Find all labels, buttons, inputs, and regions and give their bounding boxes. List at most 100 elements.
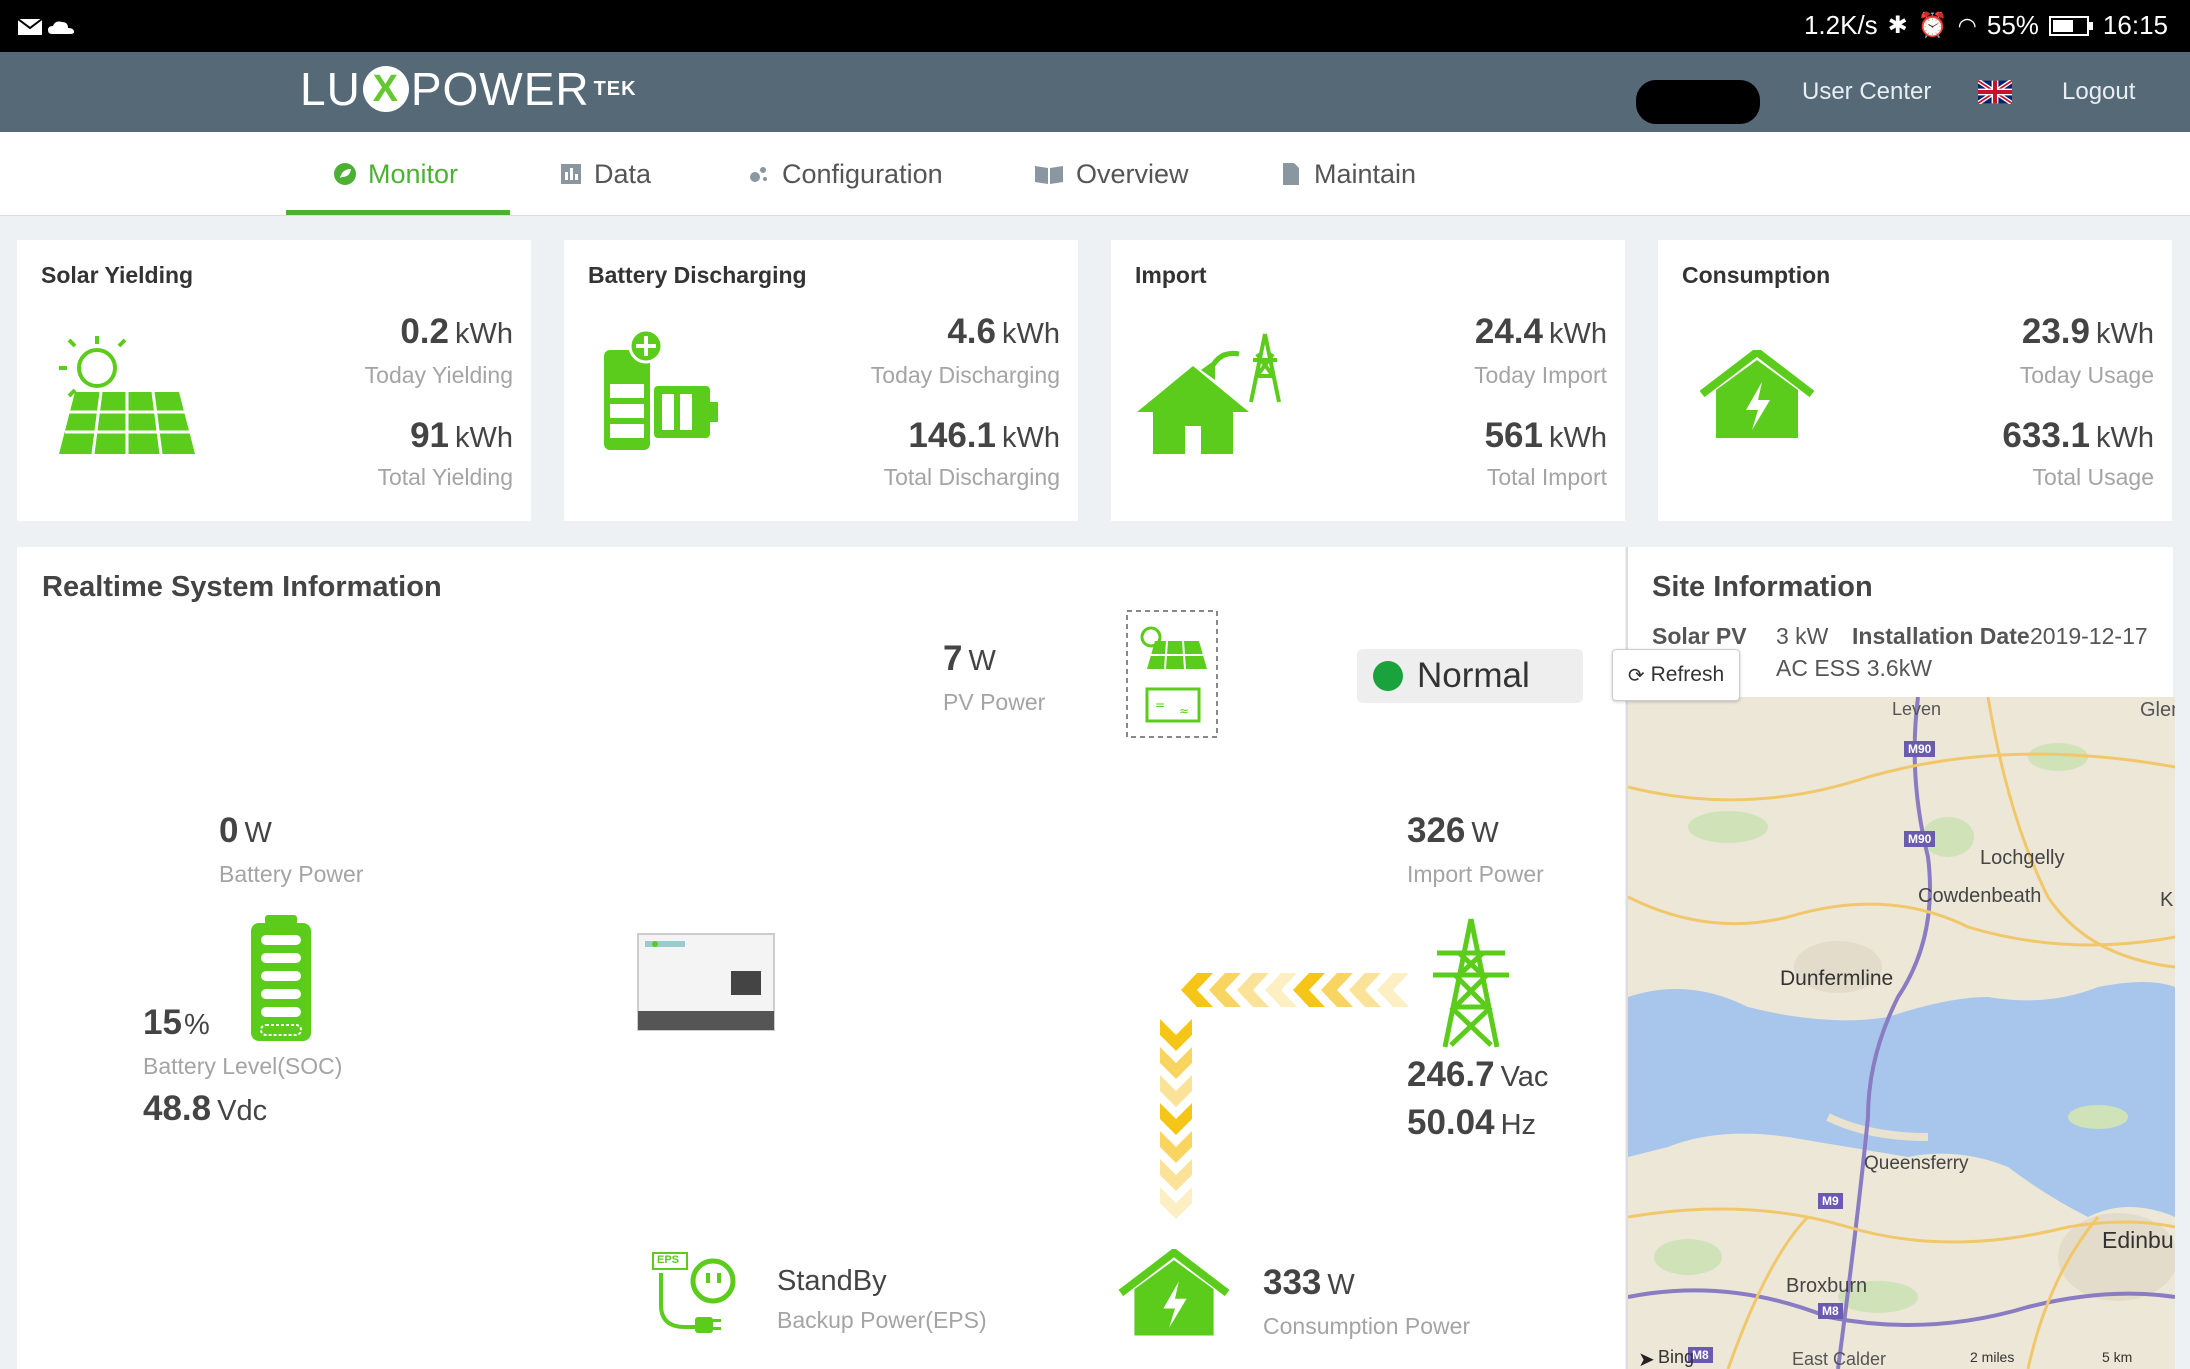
today-import-label: Today Import	[1474, 362, 1607, 388]
app-header: LU X POWER TEK User Center Logout	[0, 52, 2190, 132]
tab-monitor[interactable]: Monitor	[334, 132, 458, 216]
refresh-label: Refresh	[1650, 663, 1725, 686]
logo-text-lu: LU	[300, 63, 361, 115]
today-yield-label: Today Yielding	[364, 362, 513, 388]
card-solar-yielding: Solar Yielding 0.2 kWh Today Yielding 91 k…	[17, 240, 531, 521]
grid-frequency-value: 50.04 Hz	[1407, 1103, 1537, 1142]
map-label: Edinbu	[2102, 1227, 2174, 1253]
tab-overview[interactable]: Overview	[1034, 132, 1189, 216]
clock: 16:15	[2102, 10, 2168, 40]
notification-icons	[18, 18, 74, 35]
alarm-icon: ⏰	[1917, 12, 1948, 39]
installation-date-label: Installation Date	[1852, 623, 2030, 649]
settings-dots-icon	[750, 167, 767, 182]
bluetooth-icon: ✱	[1887, 12, 1908, 39]
logo-text-power: POWER	[410, 63, 590, 115]
leaf-icon	[334, 163, 356, 185]
total-usage-value: 633.1 kWh	[2002, 416, 2154, 455]
solar-panel-icon	[59, 336, 195, 454]
system-status-bar: 1.2K/s ✱ ⏰ ◠ 55% 16:15	[0, 0, 2190, 52]
total-import-value: 561 kWh	[1484, 416, 1607, 455]
today-usage-label: Today Usage	[2019, 362, 2154, 388]
ac-ess-value: AC ESS 3.6kW	[1776, 655, 1932, 681]
tab-data[interactable]: Data	[560, 132, 651, 216]
tab-label: Maintain	[1314, 158, 1417, 189]
tab-configuration[interactable]: Configuration	[748, 132, 943, 216]
status-text: Normal	[1417, 656, 1530, 695]
refresh-button[interactable]: ⟳ Refresh	[1612, 649, 1740, 701]
site-information-panel: Site Information Solar PV 3 kW Installat…	[1612, 547, 2175, 1369]
solar-pv-value: 3 kW	[1776, 623, 1829, 649]
tab-label: Overview	[1076, 158, 1189, 189]
site-map[interactable]: M90 M90 M9 M8 M8 Leven Glen Lochgelly Co…	[1628, 697, 2175, 1369]
luxpower-logo[interactable]: LU X POWER TEK	[300, 62, 637, 116]
import-flow-arrows	[1181, 973, 1409, 1007]
pv-power-value: 7W	[943, 639, 996, 678]
total-usage-label: Total Usage	[2032, 464, 2154, 490]
total-yield-value: 91 kWh	[410, 416, 513, 455]
total-discharge-value: 146.1 kWh	[908, 416, 1060, 455]
user-center-link[interactable]: User Center	[1802, 78, 1931, 106]
map-label: K	[2160, 889, 2174, 911]
road-badge: M90	[1904, 741, 1936, 757]
wifi-icon: ◠	[1957, 12, 1977, 38]
card-title: Import	[1135, 262, 1207, 288]
battery-icon	[2048, 15, 2093, 36]
battery-soc-label: Battery Level(SOC)	[143, 1053, 343, 1079]
network-speed: 1.2K/s	[1803, 10, 1878, 40]
logo-x: X	[362, 66, 409, 112]
eps-label: Backup Power(EPS)	[777, 1307, 987, 1333]
map-label: Lochgelly	[1980, 847, 2065, 869]
consumption-flow-arrows	[1160, 1019, 1192, 1219]
import-power-value: 326 W	[1407, 811, 1499, 850]
battery-power-value: 0W	[219, 811, 272, 850]
map-label: Cowdenbeath	[1918, 885, 2042, 907]
tab-maintain[interactable]: Maintain	[1280, 132, 1416, 216]
total-yield-label: Total Yielding	[377, 464, 513, 490]
home-consumption-icon[interactable]	[1117, 1249, 1231, 1337]
realtime-title: Realtime System Information	[42, 571, 442, 603]
solar-pv-label: Solar PV	[1652, 623, 1747, 649]
logout-link[interactable]: Logout	[2062, 78, 2135, 106]
battery-soc-value: 15%	[143, 1003, 210, 1042]
card-battery-discharging: Battery Discharging 4.6 kWh Today Dischar…	[564, 240, 1078, 521]
grid-pylon-icon[interactable]	[1431, 917, 1511, 1049]
map-canvas	[1628, 697, 2175, 1369]
today-yield-value: 0.2 kWh	[400, 312, 513, 351]
map-label: East Calder	[1792, 1349, 1887, 1369]
battery-percent: 55%	[1986, 10, 2039, 40]
road-badge: M9	[1818, 1193, 1843, 1209]
uk-flag-icon[interactable]	[1978, 80, 2012, 104]
status-indicator-dot	[1373, 661, 1403, 691]
card-title: Solar Yielding	[41, 262, 194, 288]
svg-text:=: =	[1155, 698, 1165, 712]
active-tab-indicator	[286, 210, 510, 215]
road-badge: M90	[1904, 831, 1936, 847]
tab-label: Monitor	[368, 158, 459, 189]
map-label: Broxburn	[1786, 1275, 1868, 1297]
house-power-icon	[1699, 350, 1815, 438]
system-status-badge: Normal	[1357, 649, 1583, 703]
battery-power-label: Battery Power	[219, 861, 364, 887]
pv-inverter-icon[interactable]: = ≈	[1125, 609, 1219, 739]
map-label: Bing	[1658, 1347, 1695, 1367]
redacted-username[interactable]	[1636, 80, 1760, 124]
map-label: Leven	[1892, 699, 1942, 719]
refresh-icon: ⟳	[1627, 664, 1645, 687]
inverter-icon[interactable]	[637, 933, 775, 1031]
eps-status: StandBy	[777, 1265, 887, 1297]
eps-icon[interactable]: EPS	[651, 1251, 737, 1333]
today-discharge-label: Today Discharging	[870, 362, 1060, 388]
document-icon	[1283, 163, 1299, 185]
total-import-label: Total Import	[1486, 464, 1607, 490]
today-discharge-value: 4.6 kWh	[947, 312, 1060, 351]
today-import-value: 24.4 kWh	[1474, 312, 1607, 351]
card-import: Import 24.4 kWh Today Import 561 kWh Total…	[1111, 240, 1625, 521]
battery-level-icon	[251, 915, 311, 1041]
site-title: Site Information	[1652, 571, 1873, 603]
bar-chart-icon	[561, 164, 581, 184]
card-consumption: Consumption 23.9 kWh Today Usage 633.1 kWh…	[1658, 240, 2172, 521]
main-nav: Monitor Data Configuration Overview Main…	[0, 132, 2190, 216]
total-discharge-label: Total Discharging	[883, 464, 1060, 490]
eps-badge: EPS	[657, 1254, 680, 1266]
